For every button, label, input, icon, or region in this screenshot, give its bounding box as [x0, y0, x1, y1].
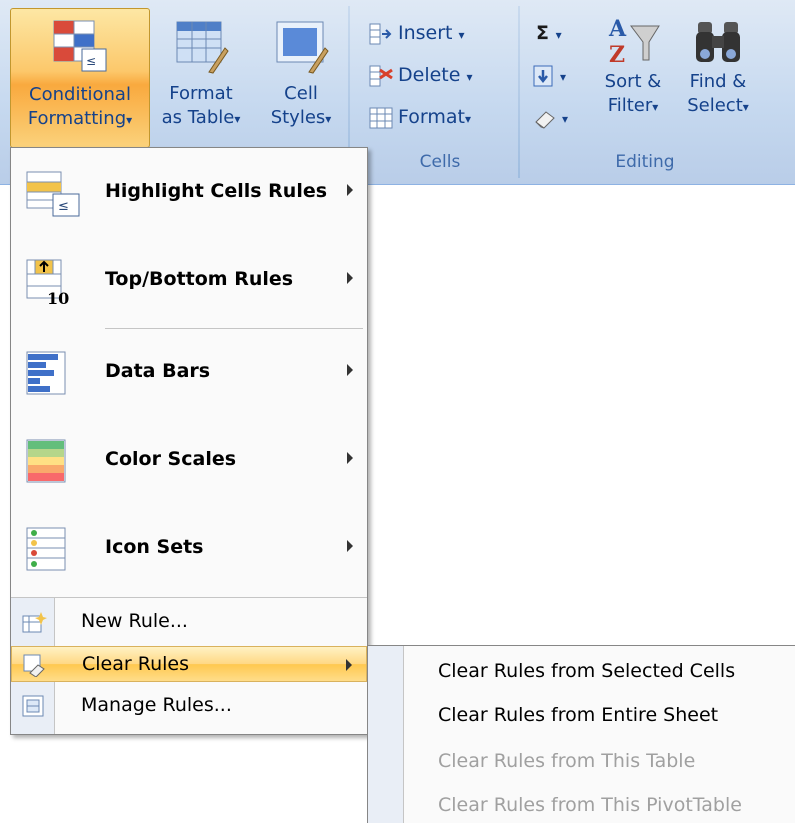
manage-rules-icon: [22, 695, 44, 717]
conditional-formatting-button[interactable]: ≤ Conditional Formatting▾: [10, 8, 150, 148]
eraser-icon: [535, 110, 555, 129]
dropdown-arrow-icon: ▾: [325, 112, 332, 126]
submenu-arrow-icon: [347, 452, 353, 464]
dropdown-arrow-icon: ▾: [560, 70, 567, 84]
submenu-arrow-icon: [347, 364, 353, 376]
menu-item-icon-sets[interactable]: Icon Sets: [11, 508, 367, 594]
insert-label: Insert: [398, 22, 453, 44]
menu-item-color-scales[interactable]: Color Scales: [11, 420, 367, 506]
insert-button[interactable]: Insert ▾: [368, 16, 465, 50]
conditional-formatting-menu: ≤ Highlight Cells Rules 10 Top/Bottom Ru…: [10, 147, 368, 735]
cell-styles-label-line1: Cell: [284, 83, 318, 104]
format-as-table-icon: [176, 21, 229, 74]
dropdown-arrow-icon: ▾: [126, 113, 133, 127]
delete-button[interactable]: Delete ▾: [368, 58, 473, 92]
cells-group-label: Cells: [419, 152, 461, 172]
menu-item-data-bars[interactable]: Data Bars: [11, 332, 367, 418]
manage-rules-label: Manage Rules...: [81, 694, 232, 716]
fill-button[interactable]: ▾: [532, 58, 566, 92]
submenu-gutter: [368, 646, 404, 823]
icon-sets-label: Icon Sets: [105, 536, 204, 558]
data-bars-label: Data Bars: [105, 360, 211, 382]
format-as-table-label-line1: Format: [169, 83, 233, 104]
dropdown-arrow-icon: ▾: [555, 28, 562, 42]
menu-separator: [11, 597, 367, 598]
color-scales-label: Color Scales: [105, 448, 237, 470]
conditional-formatting-label-line2: Formatting▾: [27, 108, 133, 129]
sort-filter-button[interactable]: A Z Sort & Filter▾: [598, 8, 668, 148]
clear-rules-this-pivottable: Clear Rules from This PivotTable: [438, 794, 742, 816]
submenu-arrow-icon: [346, 659, 352, 671]
cell-styles-label-line2: Styles▾: [270, 107, 332, 128]
svg-text:10: 10: [47, 289, 69, 306]
svg-text:Z: Z: [609, 42, 625, 68]
autosum-button[interactable]: Σ ▾: [536, 16, 562, 50]
dropdown-arrow-icon: ▾: [562, 112, 569, 126]
sort-filter-label-line2: Filter▾: [607, 95, 659, 116]
icon-sets-icon: [26, 527, 66, 571]
clear-rules-entire-sheet[interactable]: Clear Rules from Entire Sheet: [438, 704, 718, 726]
fill-down-icon: [533, 65, 553, 86]
format-icon: [369, 107, 393, 128]
dropdown-arrow-icon: ▾: [742, 100, 749, 114]
group-separator: [518, 6, 520, 178]
highlight-cells-rules-icon: ≤: [26, 171, 80, 217]
dropdown-arrow-icon: ▾: [466, 70, 473, 84]
submenu-arrow-icon: [347, 272, 353, 284]
clear-rules-submenu: Clear Rules from Selected Cells Clear Ru…: [367, 645, 795, 823]
find-select-label-line2: Select▾: [687, 95, 749, 116]
delete-icon: [369, 65, 393, 86]
color-scales-icon: [26, 439, 66, 483]
conditional-formatting-icon: ≤: [53, 20, 107, 72]
clear-rules-icon: [23, 654, 45, 677]
clear-rules-label: Clear Rules: [82, 653, 189, 675]
new-rule-icon: [22, 612, 47, 633]
insert-icon: [369, 23, 392, 44]
format-label: Format: [398, 106, 465, 128]
sort-filter-icon: A Z: [608, 16, 660, 68]
menu-item-highlight-cells-rules[interactable]: ≤ Highlight Cells Rules: [11, 152, 367, 238]
svg-text:A: A: [608, 16, 627, 42]
menu-item-new-rule[interactable]: New Rule...: [11, 604, 367, 640]
find-select-button[interactable]: Find & Select▾: [672, 8, 764, 148]
find-select-label-line1: Find &: [689, 71, 747, 92]
submenu-arrow-icon: [347, 184, 353, 196]
editing-group-label: Editing: [615, 152, 675, 172]
binoculars-icon: [696, 22, 740, 62]
cell-styles-button[interactable]: Cell Styles▾: [262, 8, 340, 148]
menu-item-top-bottom-rules[interactable]: 10 Top/Bottom Rules: [11, 240, 367, 326]
data-bars-icon: [26, 351, 66, 395]
menu-item-clear-rules[interactable]: Clear Rules: [11, 646, 367, 682]
submenu-arrow-icon: [347, 540, 353, 552]
new-rule-label: New Rule...: [81, 610, 188, 632]
dropdown-arrow-icon: ▾: [458, 28, 465, 42]
top-bottom-rules-icon: 10: [26, 259, 69, 306]
dropdown-arrow-icon: ▾: [464, 112, 471, 126]
top-bottom-rules-label: Top/Bottom Rules: [105, 268, 294, 290]
delete-label: Delete: [398, 64, 461, 86]
svg-text:≤: ≤: [58, 199, 69, 214]
clear-button[interactable]: ▾: [532, 100, 568, 134]
highlight-cells-rules-label: Highlight Cells Rules: [105, 180, 328, 202]
clear-rules-this-table: Clear Rules from This Table: [438, 750, 696, 772]
dropdown-arrow-icon: ▾: [652, 100, 659, 114]
format-button[interactable]: Format▾: [368, 100, 471, 134]
cell-styles-icon: [276, 21, 329, 74]
sigma-icon: Σ: [536, 22, 549, 44]
dropdown-arrow-icon: ▾: [234, 112, 241, 126]
menu-separator: [105, 328, 363, 329]
menu-item-manage-rules[interactable]: Manage Rules...: [11, 688, 367, 724]
sort-filter-label-line1: Sort &: [604, 71, 662, 92]
clear-rules-selected-cells[interactable]: Clear Rules from Selected Cells: [438, 660, 735, 682]
format-as-table-button[interactable]: Format as Table▾: [153, 8, 249, 148]
svg-text:≤: ≤: [86, 54, 96, 68]
format-as-table-label-line2: as Table▾: [161, 107, 241, 128]
conditional-formatting-label-line1: Conditional: [29, 84, 131, 105]
